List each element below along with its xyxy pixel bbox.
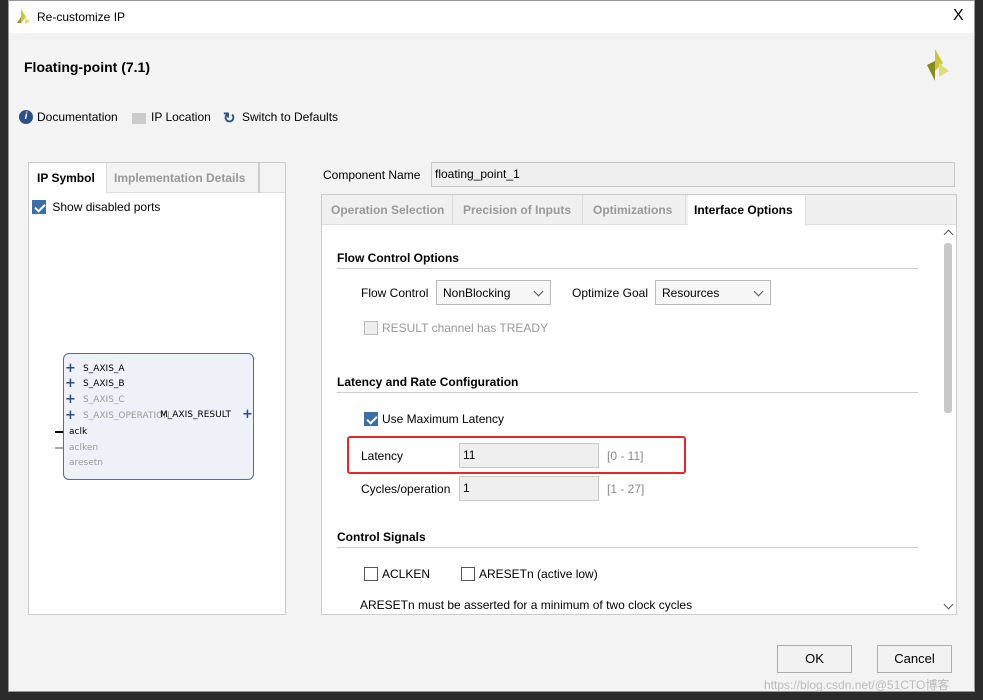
component-name-input[interactable]: floating_point_1 bbox=[431, 162, 955, 187]
window-title: Re-customize IP bbox=[37, 10, 126, 24]
switch-defaults-label: Switch to Defaults bbox=[242, 110, 339, 124]
cycles-operation-input[interactable]: 1 bbox=[459, 476, 599, 501]
aresetn-checkbox[interactable]: ARESETn (active low) bbox=[461, 566, 598, 581]
port-aresetn: aresetn bbox=[69, 458, 104, 468]
port-aclken: aclken bbox=[69, 443, 99, 453]
xilinx-logo-icon bbox=[17, 9, 30, 24]
port-aclk: aclk bbox=[69, 427, 88, 437]
vertical-scrollbar[interactable] bbox=[942, 227, 956, 615]
ip-symbol-panel: IP Symbol Implementation Details Show di… bbox=[28, 162, 286, 615]
checkbox-icon bbox=[32, 199, 46, 214]
scroll-up-icon[interactable] bbox=[943, 229, 954, 240]
checkbox-icon bbox=[364, 411, 378, 426]
close-button[interactable]: X bbox=[953, 7, 964, 25]
use-max-latency-checkbox[interactable]: Use Maximum Latency bbox=[364, 411, 504, 426]
options-panel: Operation Selection Precision of Inputs … bbox=[321, 194, 957, 615]
latency-section-title: Latency and Rate Configuration bbox=[337, 375, 918, 393]
folder-icon bbox=[132, 113, 146, 124]
tab-ip-symbol[interactable]: IP Symbol bbox=[29, 163, 107, 194]
cancel-button[interactable]: Cancel bbox=[877, 645, 952, 673]
title-bar: Re-customize IP X bbox=[9, 1, 974, 33]
info-icon: i bbox=[19, 110, 33, 124]
aclken-checkbox[interactable]: ACLKEN bbox=[364, 566, 430, 581]
scrollbar-thumb[interactable] bbox=[944, 243, 952, 413]
refresh-icon: ↻ bbox=[223, 110, 236, 127]
ok-button[interactable]: OK bbox=[777, 645, 852, 673]
documentation-label: Documentation bbox=[37, 110, 118, 124]
aresetn-note: ARESETn must be asserted for a minimum o… bbox=[360, 598, 693, 612]
optimize-goal-select[interactable]: Resources bbox=[655, 280, 771, 305]
optimize-goal-label: Optimize Goal bbox=[572, 286, 649, 300]
chevron-down-icon bbox=[753, 286, 764, 297]
recustomize-ip-dialog: Re-customize IP X Floating-point (7.1) i… bbox=[8, 0, 975, 692]
checkbox-icon bbox=[364, 566, 378, 581]
latency-range: [0 - 11] bbox=[607, 449, 644, 463]
result-tready-checkbox[interactable]: RESULT channel has TREADY bbox=[364, 320, 548, 335]
chevron-down-icon bbox=[533, 286, 544, 297]
port-m-axis-result: M_AXIS_RESULT + bbox=[160, 407, 253, 422]
cycles-range: [1 - 27] bbox=[607, 482, 645, 496]
tab-operation-selection[interactable]: Operation Selection bbox=[325, 195, 453, 225]
show-disabled-ports-label: Show disabled ports bbox=[52, 199, 161, 214]
tab-implementation-details[interactable]: Implementation Details bbox=[108, 163, 260, 193]
show-disabled-ports-checkbox[interactable]: Show disabled ports bbox=[32, 199, 160, 214]
tab-interface-options[interactable]: Interface Options bbox=[688, 195, 806, 226]
checkbox-icon bbox=[461, 566, 475, 581]
latency-label: Latency bbox=[361, 449, 404, 463]
flow-control-label: Flow Control bbox=[361, 286, 429, 300]
cycles-operation-label: Cycles/operation bbox=[361, 482, 451, 496]
tab-optimizations[interactable]: Optimizations bbox=[587, 195, 686, 225]
latency-input[interactable]: 11 bbox=[459, 443, 599, 468]
page-title: Floating-point (7.1) bbox=[24, 59, 150, 75]
tab-precision-of-inputs[interactable]: Precision of Inputs bbox=[457, 195, 583, 225]
flow-control-section-title: Flow Control Options bbox=[337, 251, 918, 269]
component-name-label: Component Name bbox=[323, 168, 421, 182]
control-signals-section-title: Control Signals bbox=[337, 530, 918, 548]
ip-location-label: IP Location bbox=[151, 110, 211, 124]
flow-control-select[interactable]: NonBlocking bbox=[436, 280, 551, 305]
scroll-down-icon[interactable] bbox=[943, 599, 954, 610]
xilinx-brand-logo-icon bbox=[927, 49, 949, 81]
watermark: https://blog.csdn.net/@51CTO博客 bbox=[764, 678, 950, 692]
